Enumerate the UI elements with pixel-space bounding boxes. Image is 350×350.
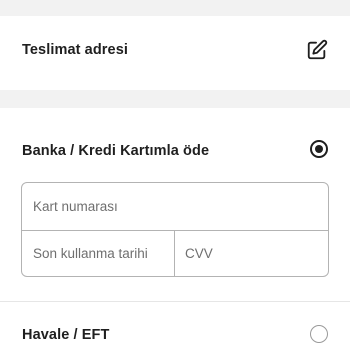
card-payment-option-label: Banka / Kredi Kartımla öde [22,143,210,159]
eft-payment-option-label: Havale / EFT [22,327,110,343]
delivery-address-title: Teslimat adresi [22,42,129,58]
eft-payment-section: Havale / EFT [0,301,350,350]
expiry-date-input[interactable]: Son kullanma tarihi [22,231,175,276]
eft-payment-radio[interactable] [310,325,328,343]
card-form: Kart numarası Son kullanma tarihi CVV [21,182,329,277]
card-number-input[interactable]: Kart numarası [22,183,328,231]
card-payment-radio[interactable] [310,140,328,158]
card-payment-section: Banka / Kredi Kartımla öde Kart numarası… [0,108,350,301]
section-divider [0,0,350,16]
section-divider [0,90,350,108]
card-number-placeholder: Kart numarası [33,199,118,214]
cvv-placeholder: CVV [185,246,213,261]
checkout-payment-page: Teslimat adresi Banka / Kredi Kartımla ö… [0,0,350,350]
cvv-input[interactable]: CVV [175,231,328,276]
edit-address-button[interactable] [306,39,328,61]
expiry-date-placeholder: Son kullanma tarihi [33,246,148,261]
edit-icon [307,39,328,60]
delivery-address-section: Teslimat adresi [0,16,350,90]
